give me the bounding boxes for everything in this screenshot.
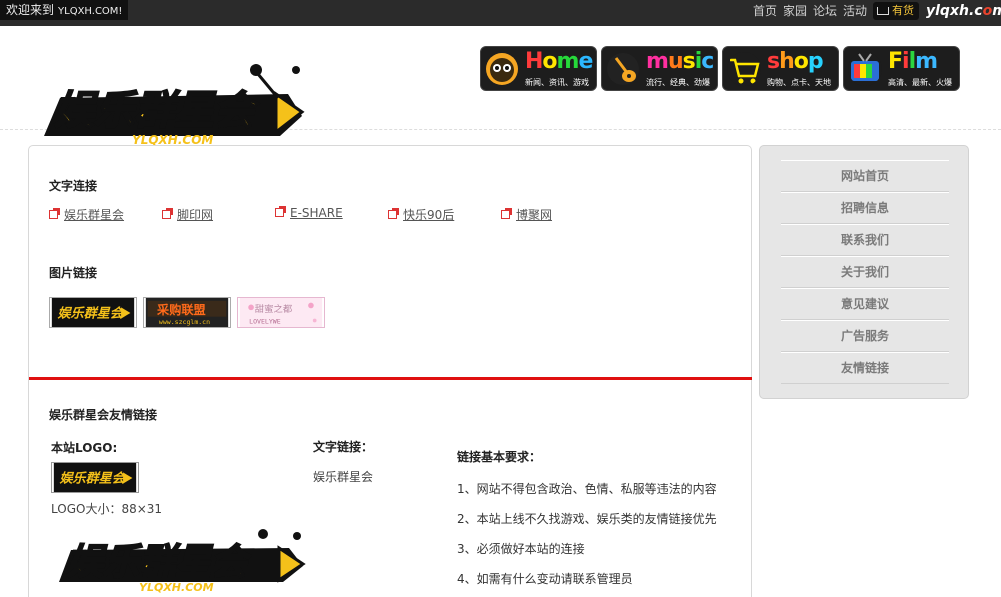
text-link-ylqxh[interactable]: 娱乐群星会 (49, 206, 124, 223)
banner-home[interactable]: Home 新闻、资讯、游戏 (480, 46, 597, 91)
friend-links-title: 娱乐群星会友情链接 (49, 408, 158, 422)
main-content: 文字连接 娱乐群星会 脚印网 E-SHARE 快乐90后 博聚网 图片链接 娱乐… (28, 145, 752, 597)
sidebar-item-ads[interactable]: 广告服务 (781, 320, 949, 352)
cart-icon (727, 52, 761, 86)
site-logo-large-text: 娱乐群星会 (67, 542, 252, 583)
text-link-label: 娱乐群星会 (64, 208, 125, 222)
welcome-text: 欢迎来到 YLQXH.COM! (0, 0, 129, 20)
requirements-title: 链接基本要求： (457, 450, 542, 464)
banner-film[interactable]: Film 高清、最新、火爆 (843, 46, 960, 91)
guitar-icon (607, 53, 639, 85)
owl-icon (486, 53, 518, 85)
text-link-boju[interactable]: 博聚网 (501, 206, 552, 223)
text-link-label: 博聚网 (516, 208, 553, 222)
banner-film-title: Film (888, 49, 938, 74)
external-link-icon (275, 206, 286, 217)
sidebar: 网站首页 招聘信息 联系我们 关于我们 意见建议 广告服务 友情链接 (759, 145, 969, 399)
external-link-icon (49, 208, 60, 219)
site-logo-large-sub: YLQXH.COM (139, 581, 214, 594)
site-logo-small-text: 娱乐群星会 (59, 471, 126, 487)
sidebar-item-home[interactable]: 网站首页 (781, 160, 949, 192)
text-link-kuaile90[interactable]: 快乐90后 (388, 206, 454, 223)
top-nav-events[interactable]: 活动 (843, 3, 867, 19)
text-link-label: 文字链接： (313, 440, 374, 454)
image-link-szcglm-sub: www.szcglm.cn (159, 318, 210, 326)
requirement-item: 4、如需有什么变动请联系管理员 (457, 572, 633, 586)
brand-small-text-end: m (992, 3, 1001, 19)
top-nav-home[interactable]: 首页 (753, 3, 777, 19)
banner-music[interactable]: music 流行、经典、劲爆 (601, 46, 718, 91)
requirement-item: 2、本站上线不久找游戏、娱乐类的友情链接优先 (457, 512, 717, 526)
banner-home-sub: 新闻、资讯、游戏 (525, 78, 589, 87)
external-link-icon (388, 208, 399, 219)
site-logo-large: 娱乐群星会 YLQXH.COM (59, 529, 306, 594)
banner-shop-title: shop (767, 49, 824, 74)
text-link-label: E-SHARE (290, 206, 343, 220)
image-link-ylqxh[interactable]: 娱乐群星会 (49, 297, 137, 328)
banner-shop-sub: 购物、点卡、天地 (767, 78, 831, 87)
sidebar-item-friend-links[interactable]: 友情链接 (781, 352, 949, 384)
tv-icon (848, 52, 882, 86)
site-logo-text: 娱乐群星会 (54, 88, 259, 134)
text-link-label: 快乐90后 (403, 208, 455, 222)
brand-small-o-icon: o (982, 3, 993, 19)
category-banners: Home 新闻、资讯、游戏 music 流行、经典、劲爆 shop 购物、点卡、… (480, 46, 960, 91)
banner-music-title: music (646, 49, 714, 74)
text-link-eshare[interactable]: E-SHARE (275, 206, 343, 220)
welcome-url: YLQXH.COM! (58, 6, 123, 17)
header: 娱乐群星会 YLQXH.COM Home 新闻、资讯、游戏 music 流行、经… (0, 26, 1001, 147)
image-link-lovelywe[interactable]: 甜蜜之都 LOVELYWE (237, 297, 325, 328)
sidebar-item-about[interactable]: 关于我们 (781, 256, 949, 288)
site-logo-label: 本站LOGO: (51, 441, 118, 455)
image-link-ylqxh-text: 娱乐群星会 (57, 306, 124, 322)
brand-small-text: ylqxh.c (926, 3, 983, 19)
image-links-title: 图片链接 (49, 266, 98, 280)
text-links-title: 文字连接 (49, 179, 98, 193)
image-link-lovelywe-text: 甜蜜之都 (255, 303, 292, 315)
image-link-szcglm[interactable]: 采购联盟 www.szcglm.cn (143, 297, 231, 328)
top-nav-home-garden[interactable]: 家园 (783, 3, 807, 19)
requirement-item: 3、必须做好本站的连接 (457, 542, 585, 556)
logo-size-text: LOGO大小：88×31 (51, 502, 163, 516)
requirement-item: 1、网站不得包含政治、色情、私服等违法的内容 (457, 482, 717, 496)
sidebar-item-contact[interactable]: 联系我们 (781, 224, 949, 256)
cart-label: 有货 (892, 4, 914, 17)
banner-home-title: Home (525, 49, 593, 74)
site-logo[interactable]: 娱乐群星会 YLQXH.COM (40, 54, 310, 152)
section-divider (29, 377, 752, 380)
external-link-icon (501, 208, 512, 219)
cart-button[interactable]: 有货 (873, 2, 919, 20)
image-link-lovelywe-sub: LOVELYWE (249, 317, 281, 325)
image-link-szcglm-text: 采购联盟 (156, 302, 206, 317)
top-nav: 首页 家园 论坛 活动 (753, 3, 867, 19)
external-link-icon (162, 208, 173, 219)
sidebar-item-jobs[interactable]: 招聘信息 (781, 192, 949, 224)
top-bar: 欢迎来到YLQXH.COM! 首页 家园 论坛 活动 有货 ylqxh.com (0, 0, 1001, 26)
banner-film-sub: 高清、最新、火爆 (888, 78, 952, 87)
site-logo-small[interactable]: 娱乐群星会 (51, 462, 139, 493)
top-nav-forum[interactable]: 论坛 (813, 3, 837, 19)
text-link-jiaoyin[interactable]: 脚印网 (162, 206, 213, 223)
sidebar-item-feedback[interactable]: 意见建议 (781, 288, 949, 320)
text-link-value[interactable]: 娱乐群星会 (313, 468, 373, 485)
banner-shop[interactable]: shop 购物、点卡、天地 (722, 46, 839, 91)
welcome-label: 欢迎来到 (6, 3, 55, 17)
text-link-label: 脚印网 (177, 208, 214, 222)
brand-small-logo[interactable]: ylqxh.com (926, 2, 1001, 20)
cart-icon (877, 7, 889, 15)
banner-music-sub: 流行、经典、劲爆 (646, 78, 710, 87)
